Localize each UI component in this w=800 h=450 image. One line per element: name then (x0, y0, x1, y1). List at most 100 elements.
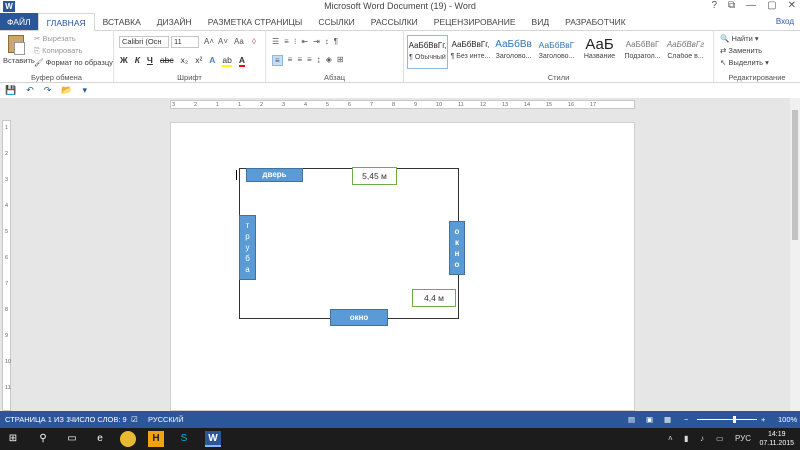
bottom-window-shape[interactable]: окно (330, 309, 388, 326)
paste-icon[interactable] (8, 35, 25, 55)
shading-icon[interactable]: ◈ (326, 55, 332, 66)
numbering-icon[interactable]: ≡ (284, 37, 289, 46)
chrome-icon[interactable] (120, 431, 136, 447)
increase-indent-icon[interactable]: ⇥ (313, 37, 320, 46)
grow-font-icon[interactable]: A˄ (204, 37, 214, 46)
undo-icon[interactable]: ↶ (26, 85, 34, 96)
page-count-status[interactable]: СТРАНИЦА 1 ИЗ 1 (5, 415, 70, 424)
horizontal-ruler[interactable]: 3 2 1 1 2 3 4 5 6 7 8 9 10 11 12 13 14 15 16 17 (0, 98, 790, 110)
start-button[interactable]: ⊞ (5, 431, 21, 447)
clock[interactable]: 14:19 07.11.2015 (759, 430, 794, 448)
zoom-in-icon[interactable]: + (761, 415, 765, 424)
vertical-scrollbar[interactable] (790, 98, 800, 411)
format-painter-button[interactable]: 🖌 Формат по образцу (34, 58, 113, 67)
paste-button[interactable]: Вставить (3, 56, 35, 65)
tab-design[interactable]: ДИЗАЙН (149, 13, 200, 30)
language-status[interactable]: РУССКИЙ (148, 415, 184, 424)
bullets-icon[interactable]: ☰ (272, 37, 279, 46)
tab-mailings[interactable]: РАССЫЛКИ (363, 13, 426, 30)
pipe-shape[interactable]: труба (239, 215, 256, 280)
show-marks-icon[interactable]: ¶ (334, 37, 338, 46)
bold-button[interactable]: Ж (120, 55, 128, 67)
battery-icon[interactable]: ▭ (716, 434, 724, 443)
line-spacing-icon[interactable]: ↨ (317, 55, 321, 66)
zoom-out-icon[interactable]: − (684, 415, 688, 424)
save-icon[interactable]: 💾 (5, 85, 16, 96)
clear-formatting-icon[interactable]: ◊ (252, 37, 256, 46)
tab-insert[interactable]: ВСТАВКА (95, 13, 149, 30)
print-layout-icon[interactable]: ▣ (646, 415, 653, 424)
select-button[interactable]: ↖ Выделить ▾ (720, 58, 769, 67)
style-subtle-emphasis[interactable]: АаБбВвГг Слабое в... (665, 35, 706, 69)
close-button[interactable]: ✕ (788, 0, 796, 11)
ribbon-display-icon[interactable]: ⧉ (728, 0, 735, 11)
align-center-icon[interactable]: ≡ (288, 55, 293, 66)
align-right-icon[interactable]: ≡ (297, 55, 302, 66)
word-taskbar-icon[interactable]: W (205, 431, 221, 447)
door-shape[interactable]: дверь (246, 168, 303, 182)
style-no-spacing[interactable]: АаБбВвГг, ¶ Без инте... (450, 35, 491, 69)
style-subtitle[interactable]: АаБбВвГ Подзагол... (622, 35, 663, 69)
help-icon[interactable]: ? (711, 0, 717, 11)
font-size-select[interactable]: 11 (171, 36, 199, 48)
copy-button[interactable]: ⎘ Копировать (34, 46, 82, 56)
style-heading-2[interactable]: АаБбВвГ Заголово... (536, 35, 577, 69)
input-language[interactable]: РУС (735, 434, 751, 443)
change-case-icon[interactable]: Aa (234, 37, 244, 46)
vertical-ruler[interactable]: 1 2 3 4 5 6 7 8 9 10 11 (0, 110, 12, 411)
superscript-button[interactable]: x² (195, 55, 202, 67)
open-icon[interactable]: 📂 (61, 85, 72, 96)
height-label-box[interactable]: 4,4 м (412, 289, 456, 307)
sign-in-link[interactable]: Вход (770, 13, 800, 30)
width-label-box[interactable]: 5,45 м (352, 167, 397, 185)
task-view-icon[interactable]: ▭ (64, 431, 80, 447)
tab-home[interactable]: ГЛАВНАЯ (37, 13, 95, 31)
redo-icon[interactable]: ↷ (44, 85, 52, 96)
replace-button[interactable]: ⇄ Заменить (720, 46, 762, 55)
style-heading-1[interactable]: АаБбВв Заголово... (493, 35, 534, 69)
font-color-icon[interactable]: A (238, 55, 246, 67)
strikethrough-button[interactable]: abc (160, 55, 174, 67)
cut-button[interactable]: ✂ Вырезать (34, 34, 76, 43)
justify-icon[interactable]: ≡ (307, 55, 312, 66)
align-left-icon[interactable]: ≡ (272, 55, 283, 66)
tab-file[interactable]: ФАЙЛ (0, 13, 38, 30)
tab-page-layout[interactable]: РАЗМЕТКА СТРАНИЦЫ (200, 13, 311, 30)
tab-review[interactable]: РЕЦЕНЗИРОВАНИЕ (426, 13, 524, 30)
style-normal[interactable]: АаБбВвГг, ¶ Обычный (407, 35, 448, 69)
word-count-status[interactable]: ЧИСЛО СЛОВ: 9 (69, 415, 127, 424)
zoom-level[interactable]: 100% (778, 415, 797, 424)
volume-icon[interactable]: ♪ (700, 434, 704, 443)
shrink-font-icon[interactable]: A˅ (218, 37, 228, 46)
text-effects-icon[interactable]: A (209, 55, 215, 67)
network-icon[interactable]: ▮ (684, 434, 688, 443)
customize-qat-icon[interactable]: ▾ (83, 85, 88, 96)
tab-view[interactable]: ВИД (524, 13, 558, 30)
find-button[interactable]: 🔍 Найти ▾ (720, 34, 759, 43)
zoom-slider-thumb[interactable] (733, 416, 736, 423)
read-mode-icon[interactable]: ▤ (628, 415, 635, 424)
edge-icon[interactable]: e (92, 431, 108, 447)
multilevel-list-icon[interactable]: ⁝ (294, 37, 297, 46)
style-title[interactable]: АаБ Название (579, 35, 620, 69)
italic-button[interactable]: К (135, 55, 140, 67)
zoom-slider[interactable] (697, 419, 757, 420)
minimize-button[interactable]: — (746, 0, 756, 11)
maximize-button[interactable]: ▢ (767, 0, 776, 11)
highlight-icon[interactable]: ab (222, 55, 232, 67)
subscript-button[interactable]: x₂ (181, 55, 189, 67)
scrollbar-thumb[interactable] (792, 110, 798, 240)
font-name-select[interactable]: Calibri (Осн (119, 36, 169, 48)
right-window-shape[interactable]: окно (449, 221, 465, 275)
decrease-indent-icon[interactable]: ⇤ (301, 37, 308, 46)
tab-developer[interactable]: РАЗРАБОТЧИК (557, 13, 634, 30)
tab-references[interactable]: ССЫЛКИ (310, 13, 362, 30)
skype-icon[interactable]: S (176, 431, 192, 447)
app-h-icon[interactable]: H (148, 431, 164, 447)
proofing-icon[interactable]: ☑ (131, 415, 138, 424)
web-layout-icon[interactable]: ▦ (664, 415, 671, 424)
notification-chevron-icon[interactable]: ˄ (668, 434, 673, 443)
borders-icon[interactable]: ⊞ (337, 55, 344, 66)
search-icon[interactable]: ⚲ (35, 431, 51, 447)
underline-button[interactable]: Ч (147, 55, 153, 67)
